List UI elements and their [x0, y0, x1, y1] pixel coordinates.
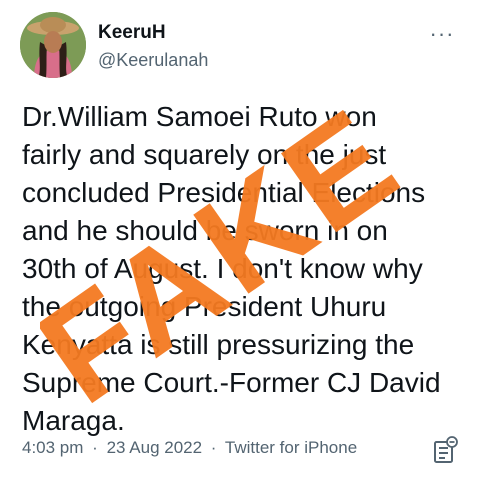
tweet-text: Dr.William Samoei Ruto won fairly and sq… — [22, 98, 462, 440]
tweet-line: 30th of August. I don't know why — [22, 253, 423, 284]
avatar-photo — [20, 12, 86, 78]
tweet-meta: 4:03 pm · 23 Aug 2022 · Twitter for iPho… — [22, 438, 357, 458]
tweet-time[interactable]: 4:03 pm — [22, 438, 83, 457]
more-options-icon[interactable]: ··· — [424, 21, 460, 46]
tweet-line: fairly and squarely on the just — [22, 139, 387, 170]
tweet-line: the outgoing President Uhuru — [22, 291, 387, 322]
tweet-line: concluded Presidential Elections — [22, 177, 426, 208]
meta-separator: · — [210, 438, 217, 457]
tweet-header: KeeruH @Keerulanah ··· — [20, 12, 460, 82]
tweet-line: Maraga. — [22, 405, 125, 436]
tweet-date[interactable]: 23 Aug 2022 — [107, 438, 202, 457]
meta-separator: · — [92, 438, 98, 457]
tweet-line: Dr.William Samoei Ruto won — [22, 101, 377, 132]
tweet-line: Supreme Court.-Former CJ David — [22, 367, 441, 398]
user-handle[interactable]: @Keerulanah — [98, 50, 208, 71]
tweet-line: and he should be sworn in on — [22, 215, 388, 246]
tweet-line: Kenyatta is still pressurizing the — [22, 329, 415, 360]
display-name[interactable]: KeeruH — [98, 22, 166, 44]
avatar[interactable] — [20, 12, 86, 78]
analytics-icon[interactable] — [433, 436, 459, 464]
tweet-source[interactable]: Twitter for iPhone — [225, 438, 357, 457]
